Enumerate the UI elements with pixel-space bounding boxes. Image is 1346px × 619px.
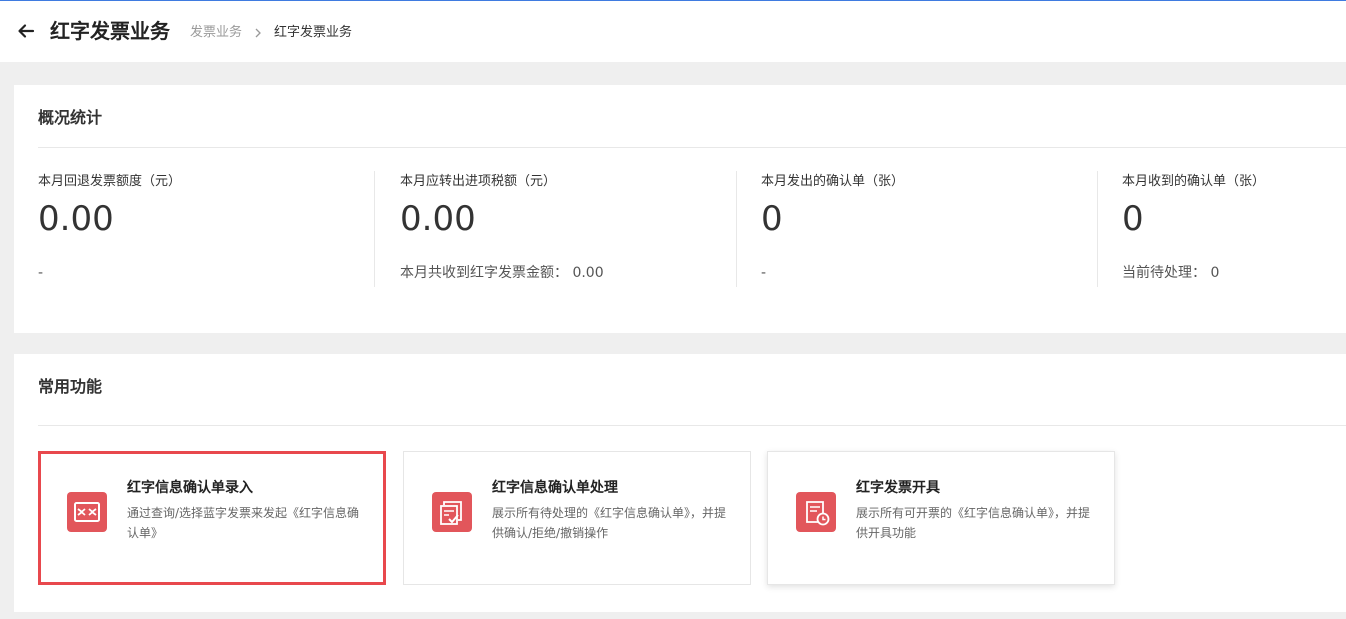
functions-title: 常用功能	[38, 377, 103, 396]
chevron-right-icon	[252, 27, 264, 39]
stat-value: 0.00	[38, 199, 114, 239]
stat-sub: 当前待处理： 0	[1122, 265, 1220, 281]
stat-sub: 本月共收到红字发票金额： 0.00	[400, 265, 604, 281]
stat-label: 本月回退发票额度（元）	[38, 174, 182, 189]
stat-received-confirmations: 本月收到的确认单（张） 0 当前待处理： 0	[1122, 171, 1342, 287]
stat-sent-confirmations: 本月发出的确认单（张） 0 -	[761, 171, 1091, 287]
card-red-invoice-issue[interactable]: 红字发票开具 展示所有可开票的《红字信息确认单》，并提供开具功能	[767, 451, 1115, 585]
stat-separator	[736, 171, 737, 287]
card-description: 展示所有可开票的《红字信息确认单》，并提供开具功能	[856, 506, 1091, 540]
overview-divider	[38, 147, 1346, 148]
card-confirmation-entry[interactable]: 红字信息确认单录入 通过查询/选择蓝字发票来发起《红字信息确认单》	[38, 451, 386, 585]
stat-label: 本月应转出进项税额（元）	[400, 174, 557, 189]
card-title: 红字信息确认单录入	[127, 480, 253, 496]
overview-panel: 概况统计 本月回退发票额度（元） 0.00 - 本月应转出进项税额（元） 0.0…	[14, 85, 1346, 333]
stat-label: 本月收到的确认单（张）	[1122, 174, 1266, 189]
page-header: 红字发票业务 发票业务 红字发票业务	[0, 1, 1346, 62]
stat-value: 0.00	[400, 199, 476, 239]
functions-panel: 常用功能 红字信息确认单录入 通过查询/选择蓝字发票来发起《红字信息确认单》 红…	[14, 354, 1346, 612]
breadcrumb: 发票业务 红字发票业务	[190, 24, 352, 42]
overview-title: 概况统计	[38, 108, 103, 127]
page-title: 红字发票业务	[50, 19, 170, 43]
stat-sub: -	[761, 265, 767, 281]
card-title: 红字信息确认单处理	[492, 480, 618, 496]
stat-value: 0	[1122, 199, 1144, 239]
document-check-icon	[432, 492, 472, 532]
functions-divider	[38, 425, 1346, 426]
stat-label: 本月发出的确认单（张）	[761, 174, 905, 189]
stat-sub: -	[38, 265, 44, 281]
card-description: 展示所有待处理的《红字信息确认单》，并提供确认/拒绝/撤销操作	[492, 506, 727, 540]
stat-separator	[1097, 171, 1098, 287]
stat-separator	[374, 171, 375, 287]
breadcrumb-current: 红字发票业务	[274, 25, 353, 40]
breadcrumb-parent-link[interactable]: 发票业务	[190, 24, 242, 42]
card-description: 通过查询/选择蓝字发票来发起《红字信息确认单》	[127, 506, 360, 540]
stat-input-tax-transfer: 本月应转出进项税额（元） 0.00 本月共收到红字发票金额： 0.00	[400, 171, 730, 287]
document-clock-icon	[796, 492, 836, 532]
back-arrow-icon[interactable]	[16, 21, 36, 41]
stat-value: 0	[761, 199, 783, 239]
stat-returned-quota: 本月回退发票额度（元） 0.00 -	[38, 171, 368, 287]
card-title: 红字发票开具	[856, 480, 940, 496]
arrows-inward-icon	[67, 492, 107, 532]
card-confirmation-processing[interactable]: 红字信息确认单处理 展示所有待处理的《红字信息确认单》，并提供确认/拒绝/撤销操…	[403, 451, 751, 585]
